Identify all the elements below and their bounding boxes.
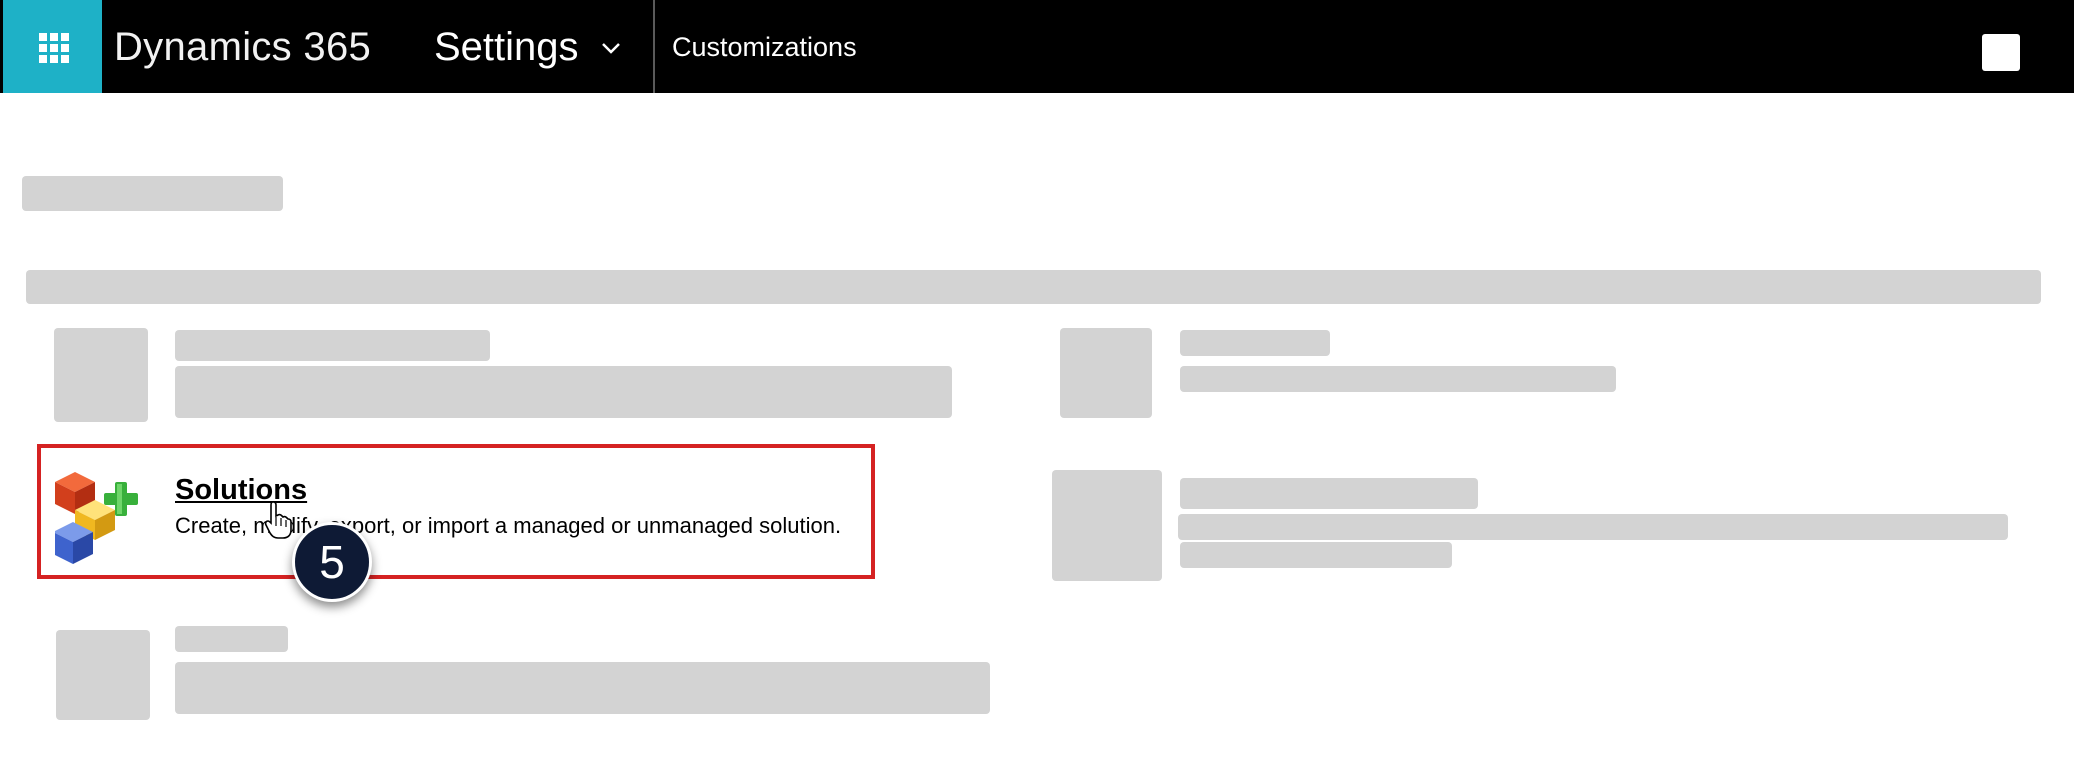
item-title-placeholder <box>175 330 490 361</box>
item-desc-placeholder <box>175 662 990 714</box>
item-icon-placeholder <box>1060 328 1152 418</box>
nav-divider <box>653 0 655 93</box>
chevron-down-icon[interactable] <box>600 40 622 56</box>
item-icon-placeholder <box>1052 470 1162 581</box>
app-name[interactable]: Dynamics 365 <box>114 22 371 72</box>
page-title-placeholder <box>22 176 283 211</box>
item-desc-placeholder <box>175 366 952 418</box>
item-title-placeholder <box>1180 478 1478 509</box>
app-launcher-button[interactable] <box>3 0 102 93</box>
item-icon-placeholder <box>56 630 150 720</box>
hand-cursor-icon <box>264 501 292 539</box>
section-header-placeholder <box>26 270 2041 304</box>
item-title-placeholder <box>175 626 288 652</box>
item-desc-placeholder <box>1180 542 1452 568</box>
breadcrumb[interactable]: Customizations <box>672 32 857 62</box>
user-tile[interactable] <box>1982 34 2020 71</box>
item-desc-placeholder <box>1180 366 1616 392</box>
item-desc-placeholder <box>1178 514 2008 540</box>
step-number-badge: 5 <box>292 522 372 602</box>
top-nav-bar: Dynamics 365 Settings Customizations <box>0 0 2074 93</box>
settings-menu[interactable]: Settings <box>434 22 579 72</box>
item-icon-placeholder <box>54 328 148 422</box>
solutions-icon[interactable] <box>55 470 145 566</box>
item-title-placeholder <box>1180 330 1330 356</box>
